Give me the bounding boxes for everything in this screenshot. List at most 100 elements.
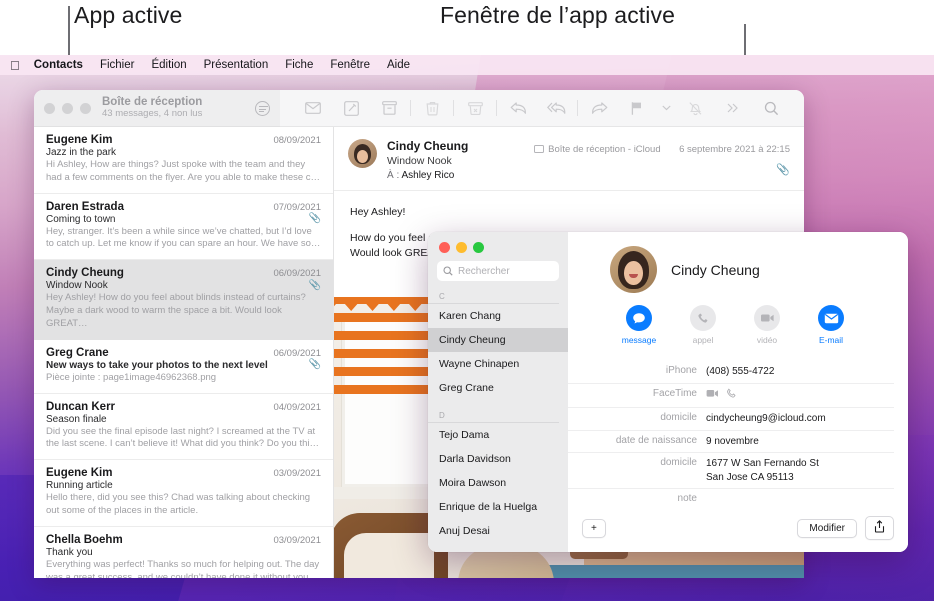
screenshot-root: App active Fenêtre de l’app active  Con… xyxy=(0,0,934,601)
flag-icon[interactable] xyxy=(618,101,656,116)
message-preview: Hey, stranger. It’s been a while since w… xyxy=(46,226,321,252)
recipient-label: À : xyxy=(387,170,399,181)
message-list-item[interactable]: Daren Estrada07/09/2021 Coming to town📎 … xyxy=(34,194,333,261)
contact-list-item[interactable]: Tejo Dama xyxy=(428,423,568,447)
message-subject: Thank you xyxy=(46,547,93,558)
message-list-item[interactable]: Eugene Kim03/09/2021 Running article Hel… xyxy=(34,460,333,527)
menu-bar:  Contacts Fichier Édition Présentation … xyxy=(0,55,934,75)
message-subject: Season finale xyxy=(46,414,107,425)
apple-logo-icon[interactable]:  xyxy=(10,59,20,72)
message-header: Cindy Cheung Window Nook À : Ashley Rico… xyxy=(334,127,804,191)
contact-identity: Cindy Cheung xyxy=(568,232,908,293)
message-list-item[interactable]: Chella Boehm03/09/2021 Thank you Everyth… xyxy=(34,527,333,578)
message-date: 03/09/2021 xyxy=(273,535,321,546)
mail-zoom-button[interactable] xyxy=(80,103,91,114)
chevron-down-icon[interactable] xyxy=(656,105,676,111)
menu-item-presentation[interactable]: Présentation xyxy=(204,59,269,71)
video-camera-icon[interactable] xyxy=(706,389,719,403)
annotation-active-window: Fenêtre de l’app active xyxy=(440,2,675,29)
contact-field-value[interactable]: cindycheung9@icloud.com xyxy=(706,412,826,426)
menu-item-fenetre[interactable]: Fenêtre xyxy=(330,59,370,71)
contact-list-item[interactable]: Wayne Chinapen xyxy=(428,352,568,376)
attachment-icon: 📎 xyxy=(309,213,321,224)
message-list-item[interactable]: Greg Crane06/09/2021 New ways to take yo… xyxy=(34,340,333,394)
message-preview: Did you see the final episode last night… xyxy=(46,426,321,452)
contact-field-row: FaceTime xyxy=(568,384,894,409)
contacts-list[interactable]: C Karen Chang Cindy Cheung Wayne Chinape… xyxy=(428,287,568,552)
message-date: 08/09/2021 xyxy=(273,135,321,146)
message-preview: Hello there, did you see this? Chad was … xyxy=(46,492,321,518)
message-preview: Hey Ashley! How do you feel about blinds… xyxy=(46,292,321,330)
contact-field-label: domicile xyxy=(568,457,706,484)
mail-minimize-button[interactable] xyxy=(62,103,73,114)
contact-action-video[interactable]: vidéo xyxy=(746,305,788,345)
contact-action-label: appel xyxy=(682,335,724,345)
archive-icon[interactable] xyxy=(370,101,408,115)
contact-list-item[interactable]: Greg Crane xyxy=(428,376,568,400)
menu-item-fiche[interactable]: Fiche xyxy=(285,59,313,71)
contact-detail-pane: Cindy Cheung message appel xyxy=(568,232,908,552)
contacts-close-button[interactable] xyxy=(439,242,450,253)
reading-date: 6 septembre 2021 à 22:15 xyxy=(679,144,790,155)
junk-icon[interactable] xyxy=(456,102,494,115)
contact-field-value[interactable]: 1677 W San Fernando St San Jose CA 95113 xyxy=(706,457,819,484)
mute-icon[interactable] xyxy=(676,101,714,116)
toolbar-separator-1 xyxy=(410,100,411,116)
message-list-item-selected[interactable]: Cindy Cheung06/09/2021 Window Nook📎 Hey … xyxy=(34,260,333,339)
delete-icon[interactable] xyxy=(413,101,451,116)
photo-rug xyxy=(514,565,804,578)
search-icon[interactable] xyxy=(752,101,790,116)
toolbar-separator-2 xyxy=(453,100,454,116)
menu-item-contacts[interactable]: Contacts xyxy=(34,59,83,71)
reading-subject: Window Nook xyxy=(387,155,468,167)
compose-icon[interactable] xyxy=(332,101,370,116)
mail-close-button[interactable] xyxy=(44,103,55,114)
message-date: 07/09/2021 xyxy=(273,202,321,213)
menu-item-edition[interactable]: Édition xyxy=(151,59,186,71)
menu-item-fichier[interactable]: Fichier xyxy=(100,59,135,71)
contact-action-call[interactable]: appel xyxy=(682,305,724,345)
menu-item-aide[interactable]: Aide xyxy=(387,59,410,71)
contacts-section-header: C xyxy=(428,289,559,304)
message-subject: Running article xyxy=(46,480,113,491)
share-button[interactable] xyxy=(865,516,894,540)
mail-icon[interactable] xyxy=(294,102,332,114)
edit-contact-button[interactable]: Modifier xyxy=(797,519,857,538)
envelope-icon xyxy=(818,305,844,331)
toolbar-separator-3 xyxy=(496,100,497,116)
contacts-traffic-lights[interactable] xyxy=(428,232,568,261)
contact-field-row: note xyxy=(568,489,894,508)
message-list-item[interactable]: Duncan Kerr04/09/2021 Season finale Did … xyxy=(34,394,333,461)
message-sender: Cindy Cheung xyxy=(46,267,124,279)
contact-list-item[interactable]: Karen Chang xyxy=(428,304,568,328)
contact-action-message[interactable]: message xyxy=(618,305,660,345)
mail-mailbox-title-group: Boîte de réception 43 messages, 4 non lu… xyxy=(102,96,255,120)
contact-list-item-selected[interactable]: Cindy Cheung xyxy=(428,328,568,352)
contact-list-item[interactable]: Moira Dawson xyxy=(428,471,568,495)
mail-traffic-lights[interactable] xyxy=(44,103,91,114)
contact-list-item[interactable]: Darla Davidson xyxy=(428,447,568,471)
forward-icon[interactable] xyxy=(580,101,618,115)
contact-list-item[interactable]: Anuj Desai xyxy=(428,519,568,543)
phone-icon[interactable] xyxy=(726,388,737,404)
contact-field-value[interactable]: 9 novembre xyxy=(706,435,759,449)
contact-field-value[interactable]: (408) 555-4722 xyxy=(706,365,774,379)
more-icon[interactable] xyxy=(714,102,752,114)
message-date: 06/09/2021 xyxy=(273,348,321,359)
sort-icon[interactable] xyxy=(255,101,270,116)
contact-action-email[interactable]: E-mail xyxy=(810,305,852,345)
contacts-zoom-button[interactable] xyxy=(473,242,484,253)
contacts-search-field[interactable]: Rechercher xyxy=(437,261,559,281)
contact-list-item[interactable]: Enrique de la Huelga xyxy=(428,495,568,519)
contacts-minimize-button[interactable] xyxy=(456,242,467,253)
share-icon xyxy=(874,520,885,533)
message-list-item[interactable]: Eugene Kim08/09/2021 Jazz in the park Hi… xyxy=(34,127,333,194)
add-field-button[interactable]: + xyxy=(582,519,606,538)
reply-all-icon[interactable] xyxy=(537,101,575,115)
contact-action-label: vidéo xyxy=(746,335,788,345)
attachment-icon: 📎 xyxy=(309,280,321,291)
message-paragraph: Hey Ashley! xyxy=(350,205,788,220)
message-list[interactable]: Eugene Kim08/09/2021 Jazz in the park Hi… xyxy=(34,127,334,578)
sender-avatar xyxy=(348,139,377,168)
reply-icon[interactable] xyxy=(499,101,537,115)
